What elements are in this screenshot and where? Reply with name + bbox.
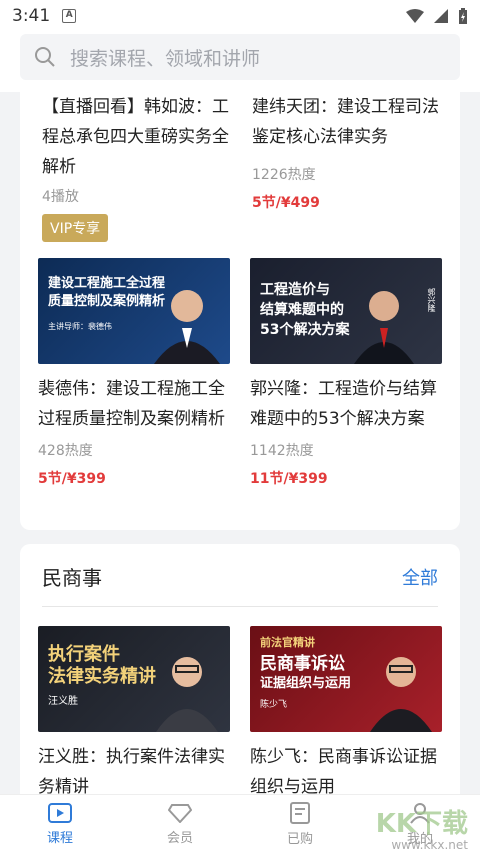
thumb-line: 工程造价与: [260, 282, 330, 298]
view-all-link[interactable]: 全部: [402, 564, 438, 590]
scroll-content[interactable]: 【直播回看】韩如波：工程总承包四大重磅实务全解析 4播放 VIP专享 建纬天团：…: [0, 92, 480, 794]
thumb-seal: 郭兴隆: [427, 288, 436, 312]
purchased-list-icon: [290, 802, 310, 824]
course-title: 汪义胜：执行案件法律实务精讲: [38, 747, 225, 794]
tab-label: 会员: [166, 831, 193, 846]
thumb-speaker: 主讲导师：裴德伟: [48, 322, 112, 331]
status-time: 3:41: [12, 6, 51, 26]
course-thumbnail: 建设工程施工全过程 质量控制及案例精析 主讲导师：裴德伟: [38, 258, 230, 364]
notification-a-icon: A: [62, 9, 77, 23]
divider: [42, 606, 438, 607]
course-meta: 1142热度: [250, 443, 314, 459]
thumb-line: 执行案件: [48, 644, 120, 665]
speaker-photo: [156, 657, 218, 732]
vip-badge: VIP专享: [42, 214, 109, 242]
watermark-logo: KK下载: [375, 809, 468, 839]
course-item[interactable]: 建纬天团：建设工程司法鉴定核心法律实务 1226热度 5节/¥499: [252, 92, 444, 212]
tab-member[interactable]: 会员: [120, 795, 240, 854]
thumb-tag: 前法官精讲: [260, 636, 315, 649]
course-title: 裴德伟：建设工程施工全过程质量控制及案例精析: [38, 379, 225, 429]
watermark-url: www.kkx.net: [391, 838, 468, 852]
course-thumbnail: 执行案件 法律实务精讲 汪义胜: [38, 626, 230, 732]
course-price: 11节/¥399: [250, 471, 328, 487]
tab-purchased[interactable]: 已购: [240, 795, 360, 854]
course-thumbnail: 前法官精讲 民商事诉讼 证据组织与运用 陈少飞: [250, 626, 442, 732]
course-item[interactable]: 【直播回看】韩如波：工程总承包四大重磅实务全解析 4播放 VIP专享: [42, 92, 234, 242]
course-meta: 4播放: [42, 189, 79, 205]
tab-course[interactable]: 课程: [0, 795, 120, 854]
course-play-icon: [48, 803, 72, 823]
tab-label: 已购: [286, 832, 313, 847]
course-price: 5节/¥499: [252, 195, 320, 211]
search-placeholder: 搜索课程、领域和讲师: [70, 47, 261, 70]
thumb-line: 结算难题中的: [260, 302, 344, 318]
section-header: 民商事 全部: [42, 562, 438, 591]
search-header: 搜索课程、领域和讲师: [0, 32, 480, 92]
course-section-card: 【直播回看】韩如波：工程总承包四大重磅实务全解析 4播放 VIP专享 建纬天团：…: [20, 92, 460, 530]
thumb-line: 建设工程施工全过程: [48, 276, 166, 291]
course-item[interactable]: 前法官精讲 民商事诉讼 证据组织与运用 陈少飞 陈少飞：民商事诉讼证据组织与运用: [250, 626, 442, 794]
course-meta: 1226热度: [252, 167, 316, 183]
thumb-seal: 汪义胜: [48, 696, 78, 707]
member-diamond-icon: [168, 804, 192, 823]
thumb-line: 民商事诉讼: [260, 654, 345, 674]
thumb-line: 质量控制及案例精析: [48, 294, 166, 309]
course-item[interactable]: 建设工程施工全过程 质量控制及案例精析 主讲导师：裴德伟 裴德伟：建设工程施工全…: [38, 258, 230, 488]
speaker-photo: [370, 657, 432, 732]
battery-charging-icon: [459, 8, 467, 24]
thumb-line: 证据组织与运用: [260, 676, 352, 691]
status-bar: 3:41 A: [0, 0, 480, 32]
thumb-line: 53个解决方案: [260, 322, 350, 338]
course-meta: 428热度: [38, 443, 93, 459]
course-title: 陈少飞：民商事诉讼证据组织与运用: [250, 747, 437, 794]
search-input[interactable]: 搜索课程、领域和讲师: [20, 34, 460, 80]
course-item[interactable]: 工程造价与 结算难题中的 53个解决方案 郭兴隆 郭兴隆：工程造价与结算难题中的…: [250, 258, 442, 488]
course-item[interactable]: 执行案件 法律实务精讲 汪义胜 汪义胜：执行案件法律实务精讲: [38, 626, 230, 794]
cell-signal-icon: [434, 9, 448, 23]
search-icon: [35, 47, 55, 67]
category-section-card: 民商事 全部 执行案件 法律实务精讲 汪义胜 汪义胜：执行案件法律实务精讲 前法…: [20, 544, 460, 794]
course-thumbnail: 工程造价与 结算难题中的 53个解决方案 郭兴隆: [250, 258, 442, 364]
course-title: 建纬天团：建设工程司法鉴定核心法律实务: [252, 97, 439, 147]
thumb-line: 法律实务精讲: [48, 666, 156, 687]
tab-label: 课程: [46, 831, 73, 846]
section-title: 民商事: [42, 566, 102, 590]
course-title: 郭兴隆：工程造价与结算难题中的53个解决方案: [250, 379, 437, 429]
course-title: 【直播回看】韩如波：工程总承包四大重磅实务全解析: [42, 97, 229, 177]
speaker-photo: [154, 290, 220, 364]
thumb-seal: 陈少飞: [260, 700, 288, 710]
speaker-photo: [354, 291, 414, 364]
wifi-icon: [406, 9, 424, 23]
site-watermark: KK下载 www.kkx.net: [376, 810, 468, 852]
course-price: 5节/¥399: [38, 471, 106, 487]
